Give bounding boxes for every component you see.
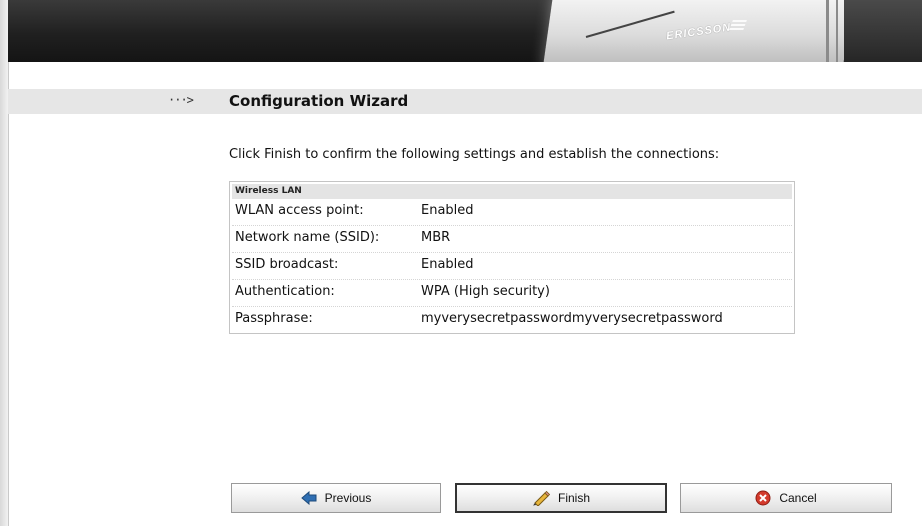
summary-row-ssid: Network name (SSID): MBR (232, 226, 792, 253)
row-value: myverysecretpasswordmyverysecretpassword (421, 311, 723, 326)
settings-summary: Wireless LAN WLAN access point: Enabled … (229, 181, 795, 334)
summary-row-passphrase: Passphrase: myverysecretpasswordmyveryse… (232, 307, 792, 333)
cancel-x-icon (755, 490, 771, 506)
page-title: Configuration Wizard (229, 92, 409, 110)
summary-row-wlan-access-point: WLAN access point: Enabled (232, 199, 792, 226)
finish-label: Finish (557, 491, 590, 505)
arrow-left-icon (300, 491, 317, 505)
finish-button[interactable]: Finish (455, 483, 667, 513)
row-value: MBR (421, 230, 451, 245)
banner-dark-panel (844, 0, 922, 62)
previous-label: Previous (324, 491, 372, 505)
row-label: Authentication: (235, 284, 335, 299)
row-label: WLAN access point: (235, 203, 364, 218)
page-title-bar: ···> Configuration Wizard (8, 89, 922, 114)
banner-stripe (836, 0, 838, 62)
arrow-right-icon: ···> (168, 93, 194, 107)
row-label: Passphrase: (235, 311, 313, 326)
cancel-label: Cancel (779, 491, 817, 505)
section-title: Wireless LAN (232, 184, 792, 199)
row-label: Network name (SSID): (235, 230, 380, 245)
row-value: WPA (High security) (421, 284, 550, 299)
pencil-icon (532, 490, 550, 506)
instruction-text: Click Finish to confirm the following se… (229, 147, 720, 162)
cancel-button[interactable]: Cancel (680, 483, 892, 513)
window-left-edge (0, 0, 9, 526)
banner-stripe (826, 0, 829, 62)
summary-row-authentication: Authentication: WPA (High security) (232, 280, 792, 307)
header-banner: ERICSSON (8, 0, 922, 62)
row-value: Enabled (421, 203, 474, 218)
row-label: SSID broadcast: (235, 257, 339, 272)
summary-row-ssid-broadcast: SSID broadcast: Enabled (232, 253, 792, 280)
previous-button[interactable]: Previous (231, 483, 441, 513)
row-value: Enabled (421, 257, 474, 272)
